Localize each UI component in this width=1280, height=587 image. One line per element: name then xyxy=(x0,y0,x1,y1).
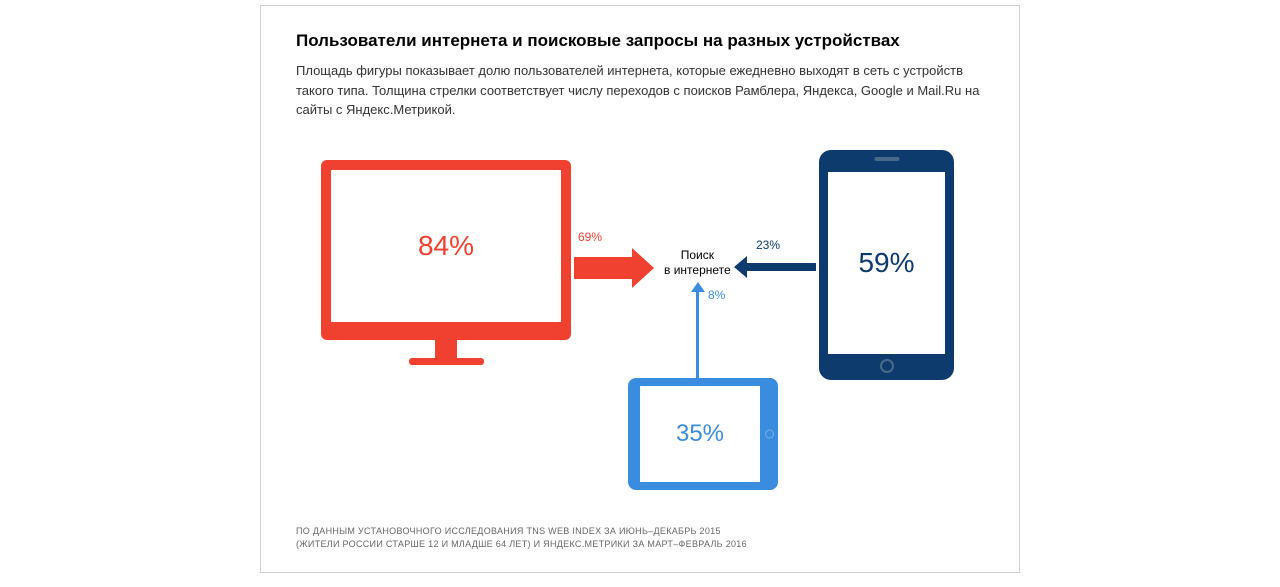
desktop-arrow-icon xyxy=(574,248,654,288)
footnote: ПО ДАННЫМ УСТАНОВОЧНОГО ИССЛЕДОВАНИЯ TNS… xyxy=(296,525,984,552)
infographic-card: Пользователи интернета и поисковые запро… xyxy=(260,5,1020,573)
diagram-area: 84% 69% Поиск в интернете 23% 59% xyxy=(296,150,984,520)
phone-home-button-icon xyxy=(880,359,894,373)
phone-icon: 59% xyxy=(819,150,954,380)
desktop-screen: 84% xyxy=(321,160,571,340)
center-node-label: Поиск в интернете xyxy=(664,248,731,279)
desktop-icon: 84% xyxy=(321,160,571,365)
tablet-body: 35% xyxy=(628,378,778,490)
desktop-value: 84% xyxy=(418,230,474,262)
phone-value: 59% xyxy=(858,247,914,279)
tablet-arrow-label: 8% xyxy=(708,288,725,302)
center-label-line1: Поиск xyxy=(681,248,714,262)
footnote-line2: (ЖИТЕЛИ РОССИИ СТАРШЕ 12 И МЛАДШЕ 64 ЛЕТ… xyxy=(296,539,747,549)
desktop-base xyxy=(409,358,484,365)
footnote-line1: ПО ДАННЫМ УСТАНОВОЧНОГО ИССЛЕДОВАНИЯ TNS… xyxy=(296,526,721,536)
phone-arrow-icon xyxy=(734,256,816,278)
phone-body: 59% xyxy=(819,150,954,380)
center-label-line2: в интернете xyxy=(664,263,731,277)
tablet-arrow-icon xyxy=(696,282,705,378)
chart-subtitle: Площадь фигуры показывает долю пользоват… xyxy=(296,61,984,120)
desktop-stand xyxy=(435,340,457,358)
phone-speaker-icon xyxy=(874,157,899,161)
tablet-home-button-icon xyxy=(765,429,774,438)
tablet-value: 35% xyxy=(676,420,724,448)
phone-arrow-label: 23% xyxy=(756,238,780,252)
desktop-arrow-label: 69% xyxy=(578,230,602,244)
chart-title: Пользователи интернета и поисковые запро… xyxy=(296,31,984,51)
tablet-icon: 35% xyxy=(628,378,778,490)
